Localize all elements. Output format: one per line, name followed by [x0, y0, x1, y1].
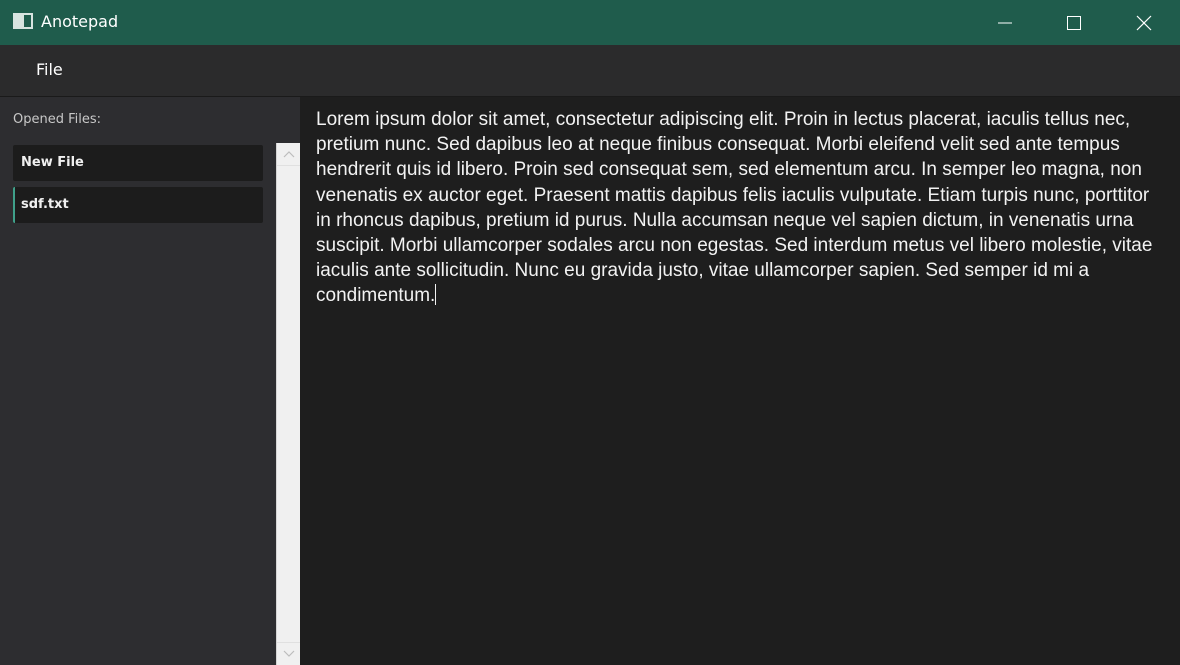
- file-item-sdf-txt[interactable]: sdf.txt: [13, 187, 263, 223]
- scroll-up-button[interactable]: [277, 143, 300, 166]
- scroll-down-button[interactable]: [277, 642, 300, 665]
- menu-file[interactable]: File: [24, 59, 75, 81]
- file-item-new-file[interactable]: New File: [13, 145, 263, 181]
- app-window: Anotepad File Opened Files: New File sdf…: [0, 0, 1180, 665]
- text-editor[interactable]: Lorem ipsum dolor sit amet, consectetur …: [301, 97, 1180, 665]
- file-item-label: New File: [21, 155, 84, 170]
- chevron-up-icon: [283, 151, 294, 158]
- minimize-button[interactable]: [982, 0, 1028, 45]
- opened-files-sidebar: Opened Files: New File sdf.txt: [0, 97, 300, 665]
- maximize-icon: [1067, 15, 1081, 30]
- close-icon: [1136, 15, 1152, 30]
- maximize-button[interactable]: [1051, 0, 1097, 45]
- minimize-icon: [998, 22, 1012, 23]
- menu-bar: File: [0, 45, 1180, 96]
- window-title: Anotepad: [41, 12, 119, 31]
- close-button[interactable]: [1121, 0, 1167, 45]
- file-list-scrollbar[interactable]: [276, 143, 300, 665]
- file-item-label: sdf.txt: [21, 197, 69, 212]
- editor-text: Lorem ipsum dolor sit amet, consectetur …: [316, 109, 1153, 307]
- title-bar[interactable]: Anotepad: [0, 0, 1180, 45]
- app-icon: [13, 13, 33, 29]
- text-caret: [435, 284, 437, 306]
- chevron-down-icon: [283, 650, 294, 657]
- editor-content[interactable]: Lorem ipsum dolor sit amet, consectetur …: [316, 107, 1168, 309]
- opened-files-heading: Opened Files:: [13, 112, 102, 127]
